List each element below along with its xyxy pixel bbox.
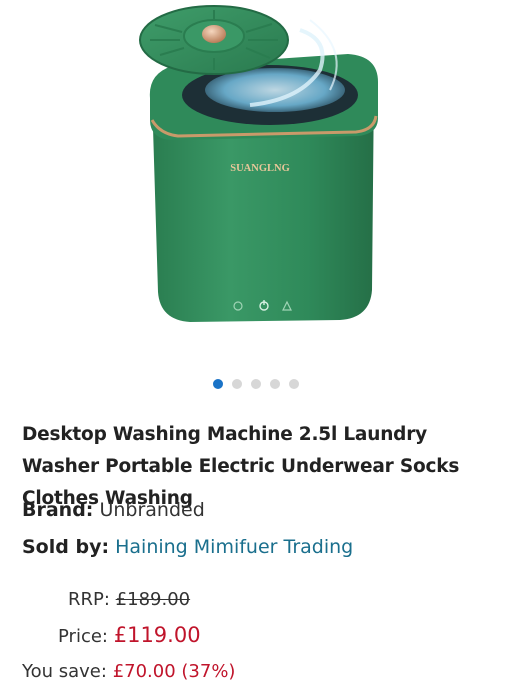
carousel-dot-3[interactable]	[251, 379, 261, 389]
seller-link[interactable]: Haining Mimifuer Trading	[115, 536, 353, 558]
brand-logo-text: SUANGLNG	[230, 163, 290, 174]
washing-machine-illustration: SUANGLNG	[139, 5, 378, 322]
savings-row: You save: £70.00 (37%)	[22, 660, 235, 684]
price-value: £119.00	[113, 623, 201, 647]
price-row: Price: £119.00	[58, 623, 201, 649]
savings-label: You save:	[22, 661, 107, 682]
brand-value: Unbranded	[99, 499, 205, 521]
carousel-dot-5[interactable]	[289, 379, 299, 389]
carousel-dot-1[interactable]	[213, 379, 223, 389]
brand-label: Brand:	[22, 499, 94, 521]
price-label: Price:	[58, 626, 108, 647]
carousel-dot-2[interactable]	[232, 379, 242, 389]
product-image[interactable]: SUANGLNG	[0, 0, 512, 370]
rrp-label: RRP:	[68, 589, 110, 610]
rrp-row: RRP: £189.00	[68, 588, 190, 612]
image-carousel-dots	[0, 379, 512, 389]
savings-value: £70.00 (37%)	[112, 661, 236, 682]
seller-label: Sold by:	[22, 536, 110, 558]
rrp-value: £189.00	[115, 589, 191, 610]
brand-row: Brand: Unbranded	[22, 498, 205, 522]
carousel-dot-4[interactable]	[270, 379, 280, 389]
seller-row: Sold by: Haining Mimifuer Trading	[22, 535, 353, 559]
